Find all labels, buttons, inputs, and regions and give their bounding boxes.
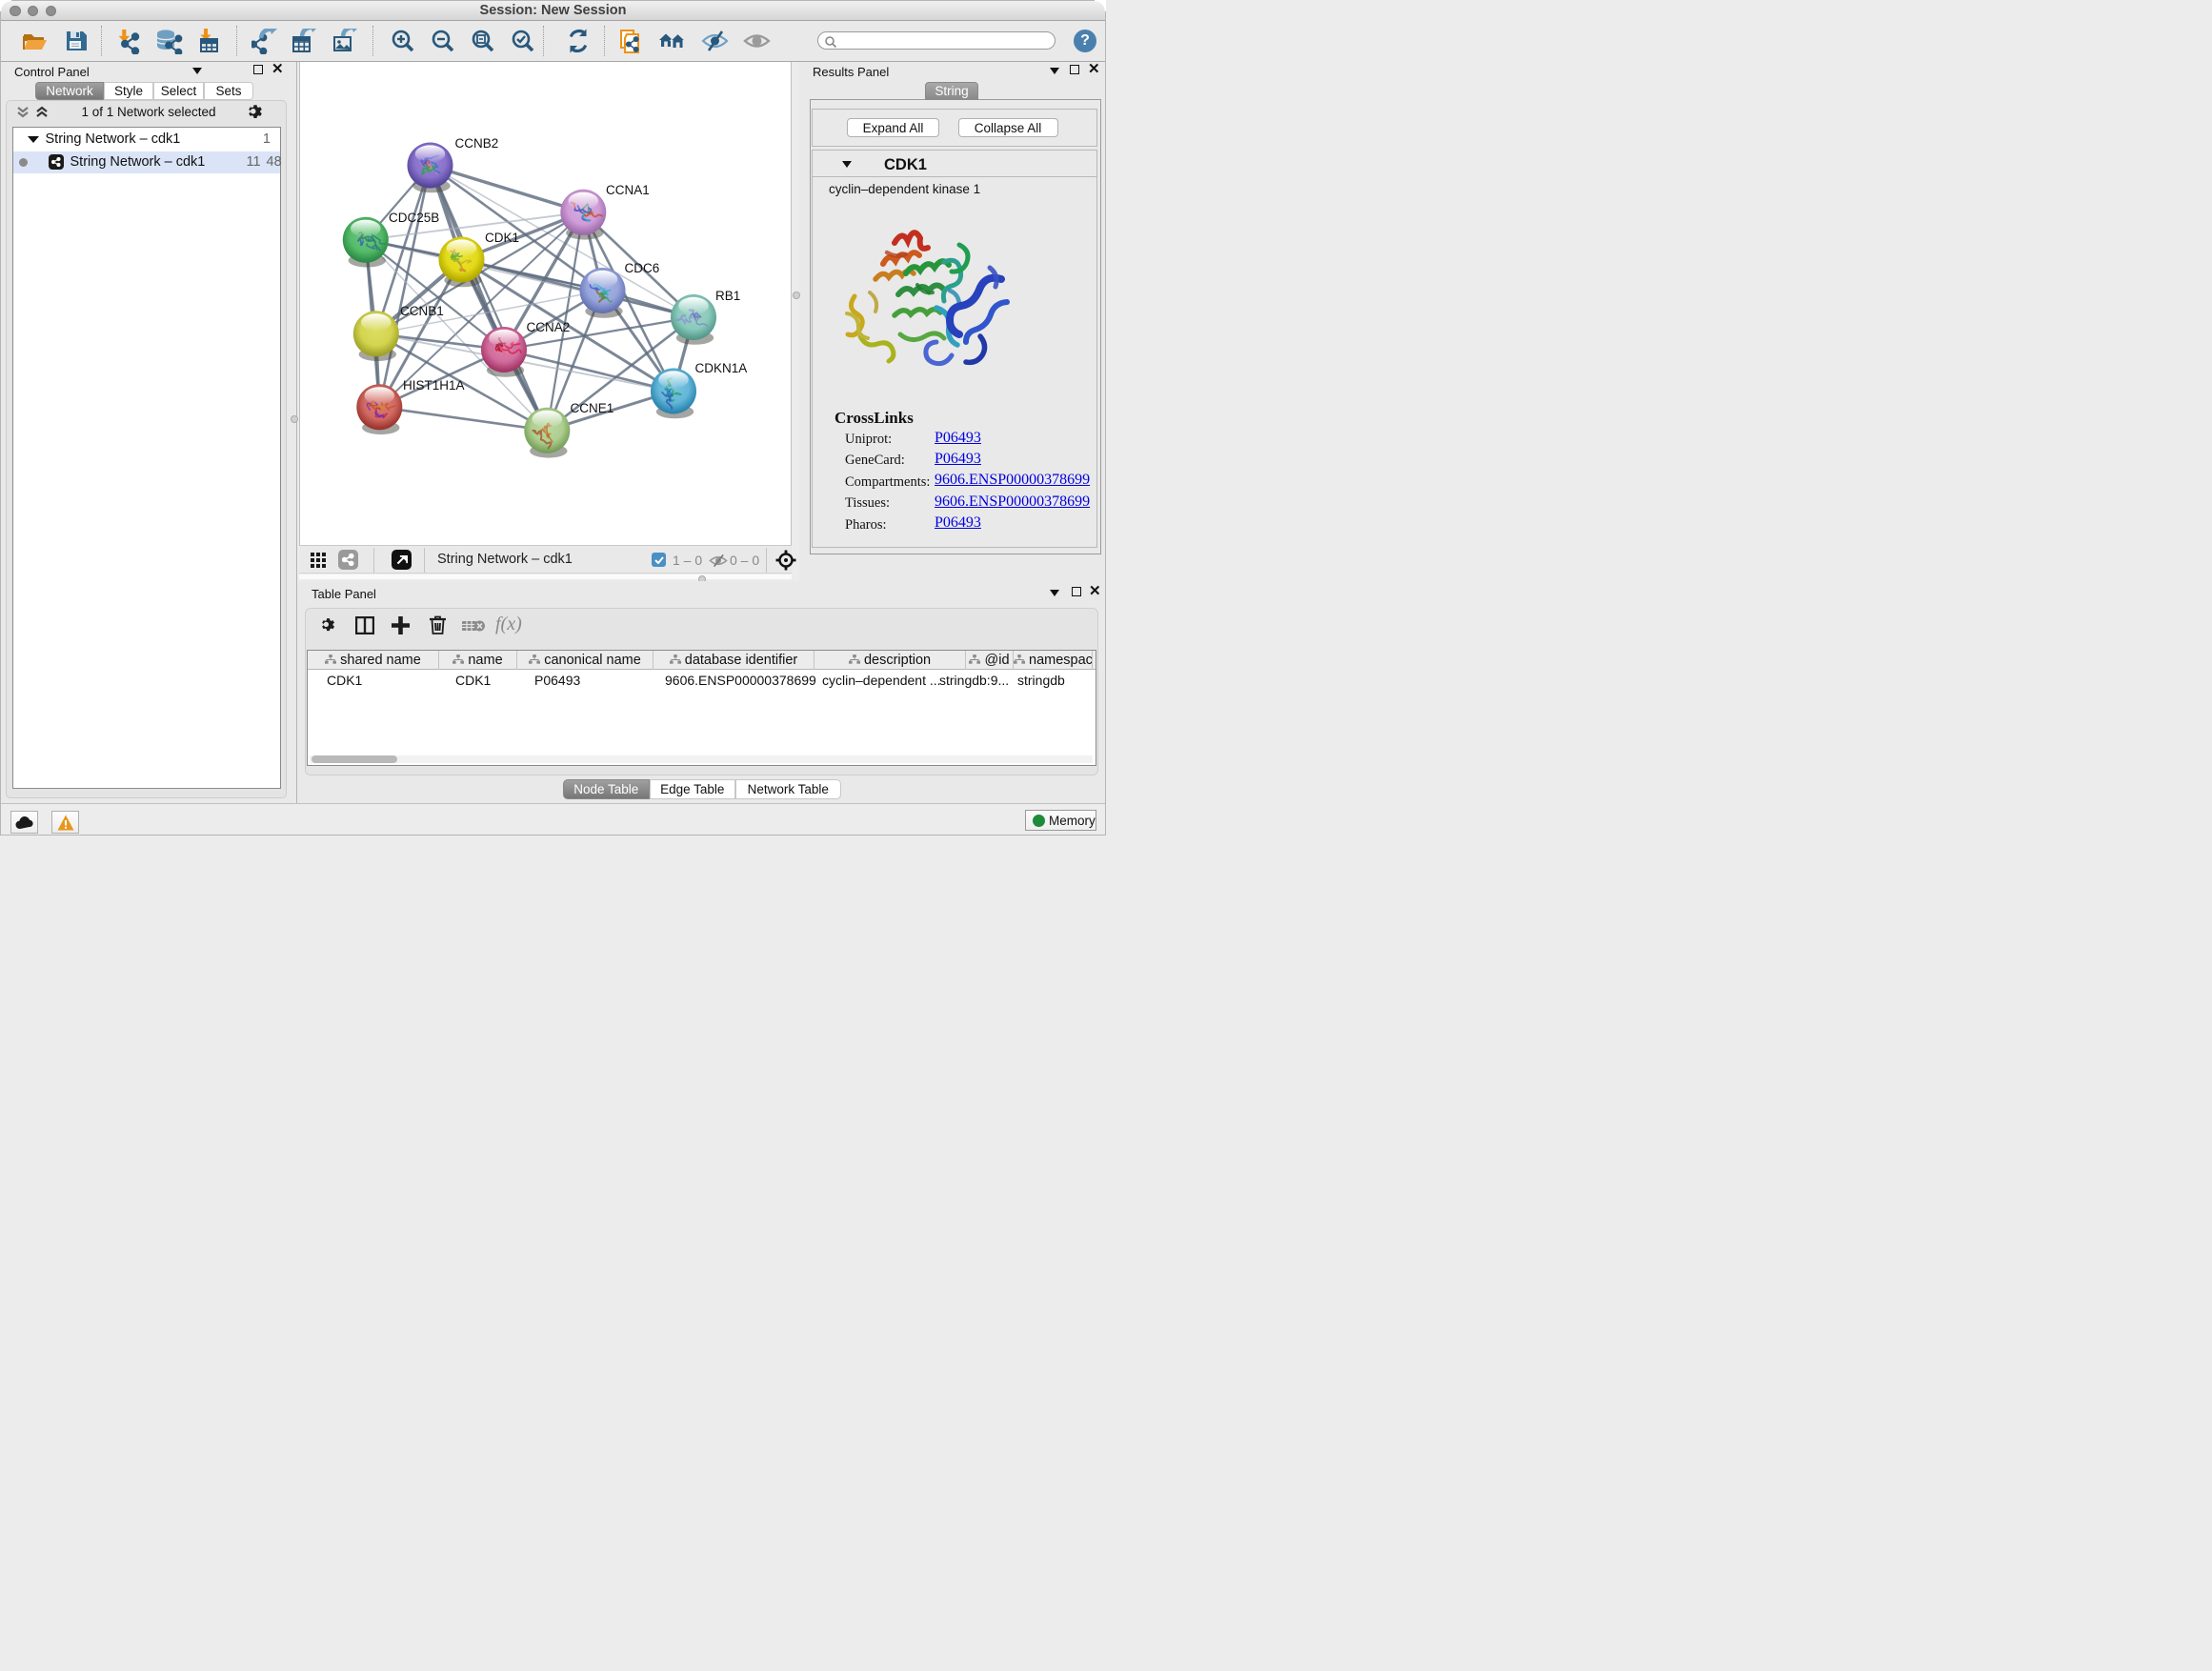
svg-text:HIST1H1A: HIST1H1A	[403, 378, 465, 393]
svg-text:CCNE1: CCNE1	[571, 401, 614, 415]
svg-text:CDC25B: CDC25B	[389, 211, 439, 225]
svg-text:CCNA1: CCNA1	[606, 183, 650, 197]
svg-text:CDC6: CDC6	[625, 261, 660, 275]
svg-text:RB1: RB1	[715, 289, 740, 303]
svg-text:CCNA2: CCNA2	[527, 320, 571, 334]
svg-text:CDKN1A: CDKN1A	[695, 361, 748, 375]
svg-text:CCNB2: CCNB2	[455, 136, 499, 151]
svg-text:CCNB1: CCNB1	[400, 304, 444, 318]
svg-text:CDK1: CDK1	[485, 231, 519, 245]
